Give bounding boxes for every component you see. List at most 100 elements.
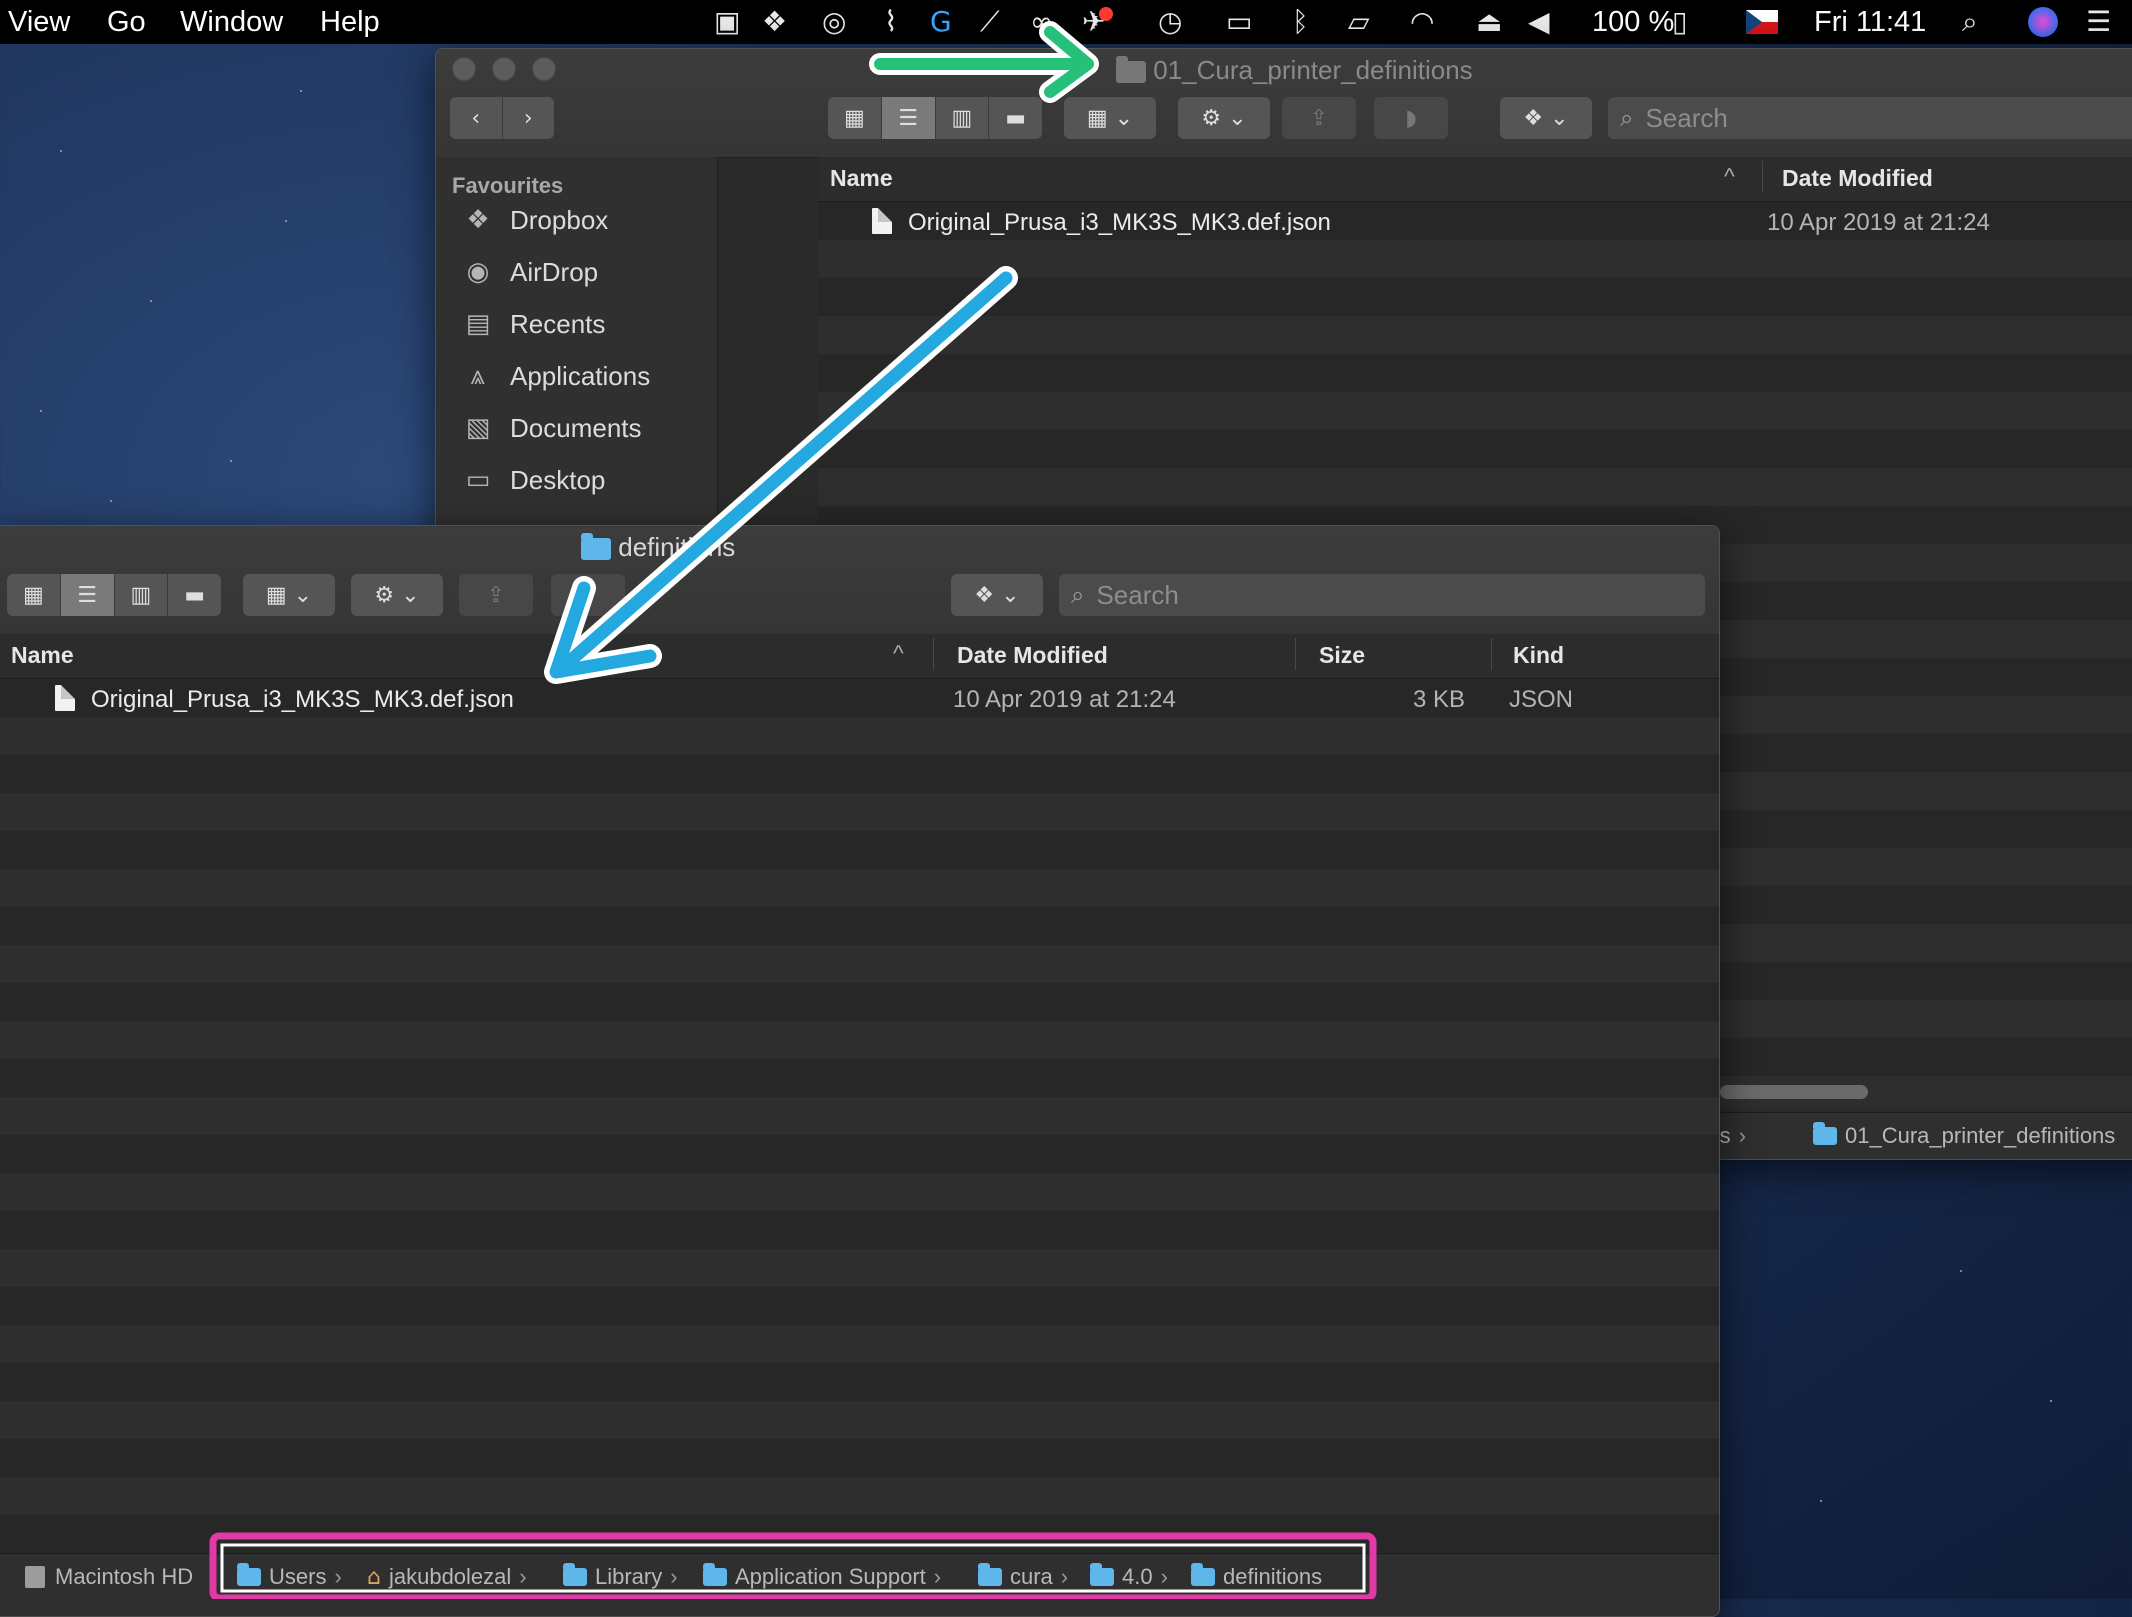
- search-icon: ⌕: [1620, 104, 1634, 132]
- table-row[interactable]: Original_Prusa_i3_MK3S_MK3.def.json 10 A…: [818, 202, 2132, 240]
- gallery-view-icon[interactable]: ▬: [168, 574, 221, 616]
- path-item[interactable]: Macintosh HD: [25, 1564, 193, 1590]
- group-by-button[interactable]: ▦ ⌄: [1064, 97, 1156, 139]
- folder-icon: [1116, 56, 1146, 84]
- action-gear-button[interactable]: ⚙ ⌄: [1178, 97, 1270, 139]
- sidebar-item-dropbox[interactable]: ❖ Dropbox: [460, 201, 608, 239]
- sidebar-item-label: Applications: [510, 360, 651, 391]
- sidebar-item-airdrop[interactable]: ◉ AirDrop: [460, 253, 598, 291]
- desktop-icon: ▭: [465, 465, 491, 495]
- airdrop-icon: ◉: [466, 257, 490, 287]
- sidebar-item-label: AirDrop: [510, 256, 599, 287]
- tags-button[interactable]: ◗: [1374, 97, 1448, 139]
- share-button[interactable]: ⇪: [459, 574, 533, 616]
- close-button[interactable]: [452, 57, 476, 81]
- creative-cloud-icon[interactable]: ◎: [822, 7, 846, 37]
- forward-button[interactable]: ›: [503, 97, 555, 139]
- search-field[interactable]: ⌕ Search: [1608, 97, 2132, 139]
- path-item[interactable]: 4.0 ›: [1090, 1563, 1176, 1590]
- path-item[interactable]: Users ›: [237, 1563, 350, 1590]
- nav-buttons: ‹ ›: [450, 97, 554, 139]
- search-field[interactable]: ⌕ Search: [1059, 574, 1705, 616]
- menu-view[interactable]: View: [8, 6, 70, 39]
- dropbox-toolbar-button[interactable]: ❖ ⌄: [951, 574, 1043, 616]
- search-icon: ⌕: [1071, 581, 1085, 609]
- column-size[interactable]: Size: [1319, 642, 1365, 669]
- menu-go[interactable]: Go: [107, 6, 146, 39]
- action-gear-button[interactable]: ⚙ ⌄: [351, 574, 443, 616]
- horizontal-scrollbar[interactable]: [1720, 1085, 1868, 1099]
- spotlight-icon[interactable]: ⌕: [1962, 7, 1978, 37]
- sort-chevron-icon[interactable]: ^: [1724, 163, 1735, 190]
- logitech-icon[interactable]: G: [930, 7, 952, 37]
- menu-window[interactable]: Window: [180, 6, 283, 39]
- paperclip-icon[interactable]: ⌇: [884, 7, 898, 37]
- icon-view-icon[interactable]: ▦: [7, 574, 61, 616]
- list-view-icon[interactable]: ☰: [881, 97, 936, 139]
- menu-bar: View Go Window Help ▣ ❖ ◎ ⌇ G ⟋ ∞ ✈ ◷ ▭ …: [0, 0, 2132, 44]
- file-kind: JSON: [1509, 686, 1574, 713]
- column-kind[interactable]: Kind: [1513, 642, 1564, 669]
- sidebar-item-desktop[interactable]: ▭ Desktop: [460, 461, 606, 499]
- column-date-modified[interactable]: Date Modified: [957, 642, 1108, 669]
- back-button[interactable]: ‹: [450, 97, 503, 139]
- column-name[interactable]: Name: [11, 642, 74, 669]
- column-view-icon[interactable]: ▥: [936, 97, 990, 139]
- zoom-button[interactable]: [532, 57, 556, 81]
- wifi-icon[interactable]: ◠: [1410, 7, 1434, 37]
- file-date: 10 Apr 2019 at 21:24: [953, 686, 1176, 713]
- tags-button[interactable]: ◗: [551, 574, 625, 616]
- sidebar-item-recents[interactable]: ▤ Recents: [460, 305, 606, 343]
- dropbox-icon[interactable]: ❖: [762, 7, 787, 37]
- path-item[interactable]: ⌂ jakubdolezal ›: [367, 1564, 535, 1590]
- column-date-modified[interactable]: Date Modified: [1782, 165, 1933, 192]
- flag-cz-icon[interactable]: [1746, 10, 1778, 34]
- sidebar-item-label: Documents: [510, 412, 642, 443]
- path-item[interactable]: cura ›: [978, 1563, 1076, 1590]
- icon-view-icon[interactable]: ▦: [828, 97, 882, 139]
- notification-center-icon[interactable]: ☰: [2086, 7, 2111, 37]
- share-button[interactable]: ⇪: [1282, 97, 1356, 139]
- file-list: Original_Prusa_i3_MK3S_MK3.def.json 10 A…: [0, 679, 1719, 1553]
- time-machine-icon[interactable]: ◷: [1158, 7, 1182, 37]
- path-item[interactable]: Library ›: [563, 1563, 686, 1590]
- sidebar-item-label: Desktop: [510, 464, 606, 495]
- sidebar-item-documents[interactable]: ▧ Documents: [460, 409, 642, 447]
- dropbox-toolbar-button[interactable]: ❖ ⌄: [1500, 97, 1592, 139]
- path-item-label: jakubdolezal: [388, 1564, 512, 1589]
- path-item[interactable]: definitions: [1191, 1563, 1322, 1590]
- column-name[interactable]: Name: [830, 165, 893, 192]
- column-view-icon[interactable]: ▥: [115, 574, 169, 616]
- battery-meter-icon[interactable]: ▭: [1226, 7, 1252, 37]
- minimize-button[interactable]: [492, 57, 516, 81]
- battery-icon[interactable]: ▯: [1672, 7, 1687, 37]
- path-item[interactable]: Application Support ›: [703, 1563, 949, 1590]
- siri-icon[interactable]: [2028, 7, 2058, 37]
- search-placeholder: Search: [1096, 579, 1179, 610]
- battery-percent[interactable]: 100 %: [1592, 6, 1674, 39]
- folder-icon: [978, 1563, 1002, 1586]
- sidebar-item-applications[interactable]: ⩓ Applications: [460, 357, 651, 395]
- table-row[interactable]: Original_Prusa_i3_MK3S_MK3.def.json 10 A…: [0, 679, 1719, 717]
- folder-icon: [581, 533, 611, 561]
- documents-icon: ▧: [465, 413, 491, 443]
- bookmark-icon[interactable]: ▣: [714, 7, 740, 37]
- bird-icon[interactable]: ✈: [1082, 7, 1114, 37]
- eject-icon[interactable]: ⏏: [1476, 7, 1502, 37]
- brush-icon[interactable]: ⟋: [980, 7, 1000, 37]
- column-header: Name ^ Date Modified Size Kind: [0, 634, 1719, 679]
- path-item-label: Users: [269, 1564, 327, 1589]
- bluetooth-icon[interactable]: ᛒ: [1292, 7, 1309, 37]
- group-by-button[interactable]: ▦ ⌄: [243, 574, 335, 616]
- menu-help[interactable]: Help: [320, 6, 380, 39]
- airplay-icon[interactable]: ▱: [1348, 7, 1370, 37]
- window-title: 01_Cura_printer_definitions: [1116, 55, 1473, 86]
- path-item[interactable]: 01_Cura_printer_definitions: [1813, 1122, 2115, 1149]
- gallery-view-icon[interactable]: ▬: [989, 97, 1042, 139]
- glasses-icon[interactable]: ∞: [1030, 7, 1053, 37]
- sort-chevron-icon[interactable]: ^: [893, 640, 904, 667]
- list-view-icon[interactable]: ☰: [60, 574, 115, 616]
- clock[interactable]: Fri 11:41: [1814, 6, 1926, 39]
- volume-icon[interactable]: ◀: [1528, 7, 1550, 37]
- titlebar: 01_Cura_printer_definitions ‹ › ▦ ☰ ▥ ▬ ▦ ⌄ …: [436, 49, 2132, 158]
